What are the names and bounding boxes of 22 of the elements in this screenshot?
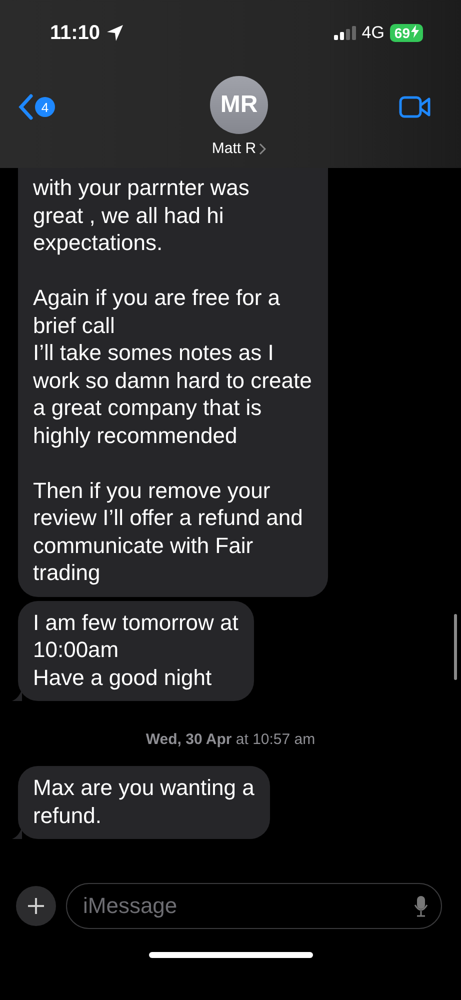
location-arrow-icon [106, 24, 124, 42]
message-field[interactable]: iMessage [66, 883, 442, 929]
video-camera-icon[interactable] [399, 96, 431, 118]
contact-avatar[interactable]: MR [210, 76, 268, 134]
chevron-right-icon [259, 142, 266, 154]
microphone-icon[interactable] [414, 895, 428, 917]
network-label: 4G [362, 23, 384, 43]
message-bubble: with your parrnter was great , we all had hi expectations. Again if you are free for a brief call I’ll take somes notes as I work so damn hard to create a great company that is highly recommended Then if you remove your review I’ll offer a refund and communicate with Fair trading [18, 168, 328, 596]
bubble-tail-icon [12, 689, 22, 701]
contact-name[interactable]: Matt R [212, 140, 266, 157]
add-button[interactable] [16, 886, 56, 926]
charging-bolt-icon [411, 25, 419, 38]
chevron-left-icon [18, 94, 34, 120]
back-button[interactable]: 4 [18, 94, 55, 120]
scroll-indicator [454, 614, 457, 680]
signal-icon [334, 26, 356, 40]
battery-level: 69 [390, 24, 423, 42]
plus-icon [27, 897, 45, 915]
bubble-tail-icon [12, 827, 22, 839]
clock: 11:10 [50, 22, 100, 44]
timestamp: Wed, 30 Apr at 10:57 am [146, 731, 316, 748]
unread-badge: 4 [35, 97, 55, 117]
